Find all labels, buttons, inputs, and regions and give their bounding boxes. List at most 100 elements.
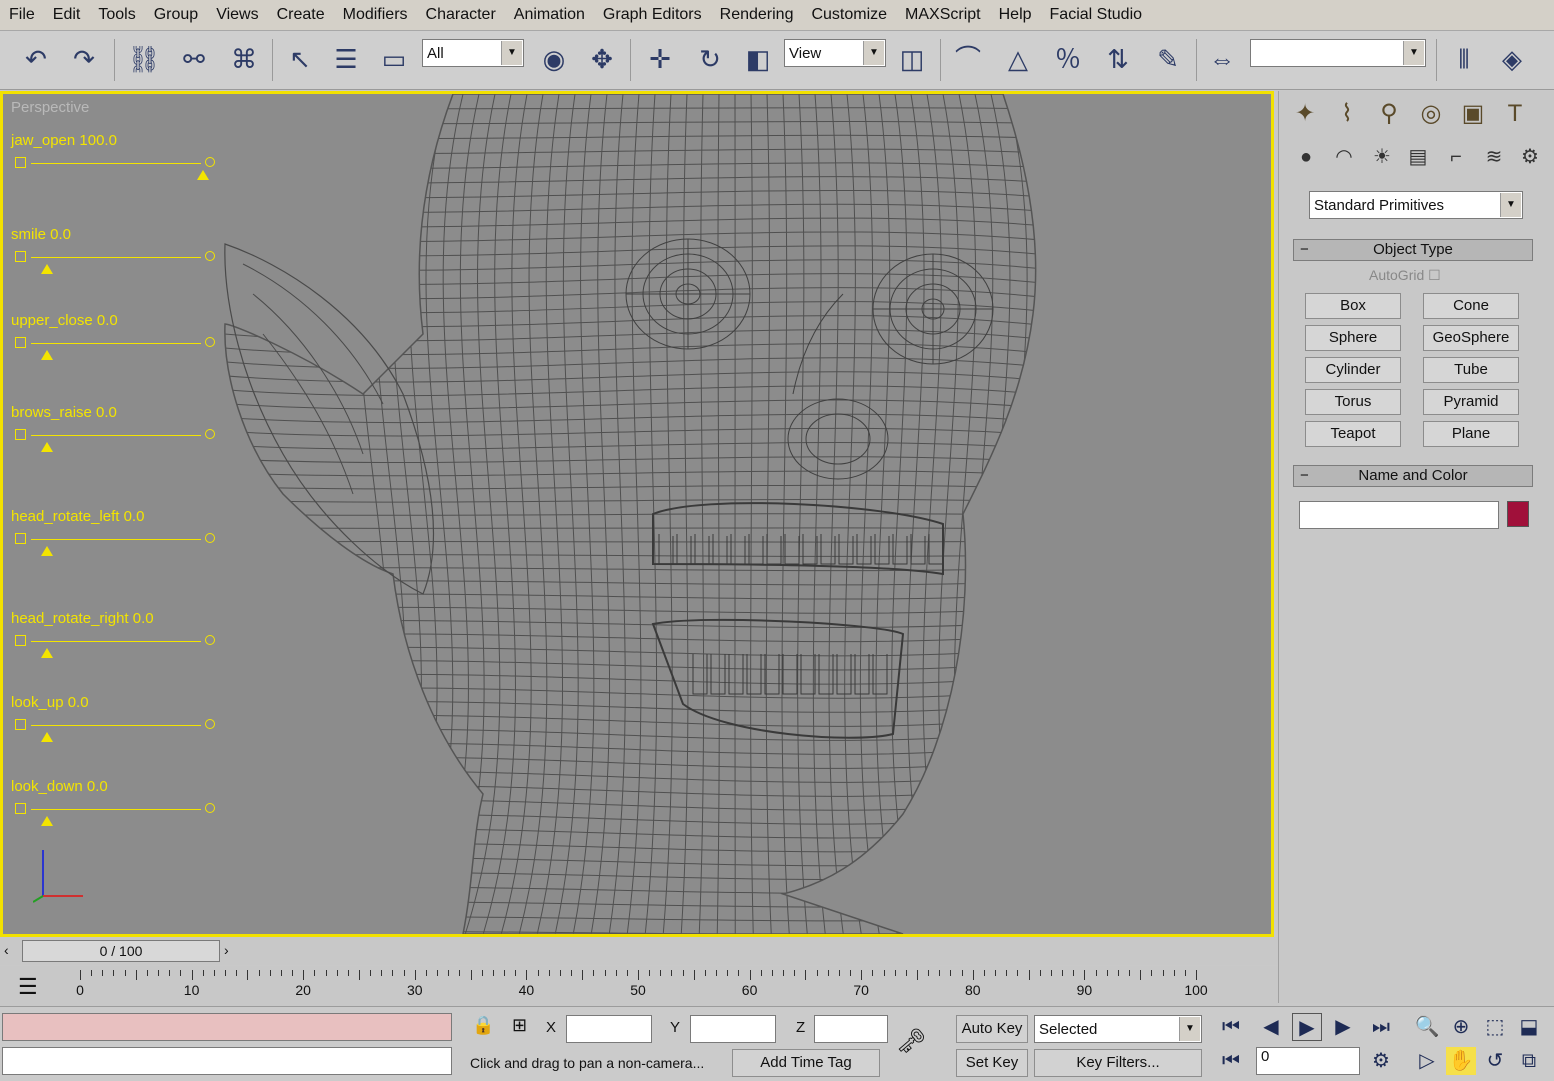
object-type-rollout-header[interactable]: − Object Type	[1293, 239, 1533, 261]
utilities-tab-icon[interactable]: T	[1497, 97, 1533, 131]
menu-help[interactable]: Help	[990, 6, 1041, 24]
move-icon[interactable]: ✛	[642, 41, 678, 77]
slider-reset-box[interactable]	[15, 251, 26, 262]
menu-animation[interactable]: Animation	[505, 6, 594, 24]
tube-button[interactable]: Tube	[1423, 357, 1519, 383]
slider-reset-box[interactable]	[15, 429, 26, 440]
motion-tab-icon[interactable]: ◎	[1413, 97, 1449, 131]
menu-maxscript[interactable]: MAXScript	[896, 6, 990, 24]
zoom-icon[interactable]: 🔍	[1412, 1013, 1442, 1041]
angle-snap-icon[interactable]: △	[1000, 41, 1036, 77]
slider-knob[interactable]	[41, 442, 53, 452]
slider-reset-box[interactable]	[15, 803, 26, 814]
autogrid-checkbox[interactable]: AutoGrid ☐	[1369, 267, 1441, 284]
morph-slider[interactable]	[15, 634, 215, 650]
redo-icon[interactable]: ↷	[66, 41, 102, 77]
maxscript-listener-pink[interactable]	[2, 1013, 452, 1041]
key-mode-toggle-icon[interactable]: ⏮	[1216, 1047, 1246, 1075]
slider-knob[interactable]	[41, 732, 53, 742]
rotate-icon[interactable]: ↻	[692, 41, 728, 77]
align-icon[interactable]: ⫴	[1446, 41, 1482, 77]
slider-knob[interactable]	[41, 816, 53, 826]
current-frame-field[interactable]: 0	[1256, 1047, 1360, 1075]
geosphere-button[interactable]: GeoSphere	[1423, 325, 1519, 351]
y-coord-field[interactable]	[690, 1015, 776, 1043]
maximize-viewport-icon[interactable]: ⧉	[1514, 1047, 1544, 1075]
cameras-icon[interactable]: ▤	[1403, 143, 1433, 171]
absolute-transform-icon[interactable]: ⊞	[512, 1015, 527, 1036]
helpers-icon[interactable]: ⌐	[1441, 143, 1471, 171]
z-coord-field[interactable]	[814, 1015, 888, 1043]
morph-slider[interactable]	[15, 428, 215, 444]
object-color-swatch[interactable]	[1507, 501, 1529, 527]
slider-reset-box[interactable]	[15, 719, 26, 730]
selection-filter-dropdown[interactable]: All ▼	[422, 39, 524, 67]
modify-tab-icon[interactable]: ⌇	[1329, 97, 1365, 131]
menu-character[interactable]: Character	[417, 6, 505, 24]
slider-reset-box[interactable]	[15, 337, 26, 348]
spinner-snap-icon[interactable]: ⇅	[1100, 41, 1136, 77]
slider-knob[interactable]	[41, 648, 53, 658]
name-and-color-rollout-header[interactable]: − Name and Color	[1293, 465, 1533, 487]
menu-edit[interactable]: Edit	[44, 6, 90, 24]
zoom-extents-icon[interactable]: ⬚	[1480, 1013, 1510, 1041]
pivot-center-icon[interactable]: ◫	[894, 41, 930, 77]
slider-knob[interactable]	[41, 350, 53, 360]
next-key-icon[interactable]: ▶	[1328, 1013, 1358, 1041]
teapot-button[interactable]: Teapot	[1305, 421, 1401, 447]
zoom-all-icon[interactable]: ⊕	[1446, 1013, 1476, 1041]
hierarchy-tab-icon[interactable]: ⚲	[1371, 97, 1407, 131]
morph-slider[interactable]	[15, 336, 215, 352]
add-time-tag-button[interactable]: Add Time Tag	[732, 1049, 880, 1077]
slider-reset-box[interactable]	[15, 533, 26, 544]
morph-slider[interactable]	[15, 718, 215, 734]
systems-icon[interactable]: ⚙	[1515, 143, 1545, 171]
percent-snap-icon[interactable]: ％	[1050, 41, 1086, 77]
slider-reset-box[interactable]	[15, 157, 26, 168]
next-frame-icon[interactable]: ›	[224, 942, 229, 958]
time-slider[interactable]: 0 / 100	[22, 940, 220, 962]
slider-knob[interactable]	[197, 170, 209, 180]
torus-button[interactable]: Torus	[1305, 389, 1401, 415]
field-of-view-icon[interactable]: ▷	[1412, 1047, 1442, 1075]
track-bar[interactable]: ☰ 0102030405060708090100	[0, 966, 1278, 1006]
arc-rotate-icon[interactable]: ↺	[1480, 1047, 1510, 1075]
set-key-button[interactable]: Set Key	[956, 1049, 1028, 1077]
go-to-start-icon[interactable]: ⏮	[1216, 1013, 1246, 1041]
menu-graph-editors[interactable]: Graph Editors	[594, 6, 711, 24]
cone-button[interactable]: Cone	[1423, 293, 1519, 319]
select-and-link-icon[interactable]: ⛓	[126, 41, 162, 77]
menu-views[interactable]: Views	[207, 6, 267, 24]
slider-knob[interactable]	[41, 264, 53, 274]
select-object-icon[interactable]: ↖	[282, 41, 318, 77]
morph-slider[interactable]	[15, 802, 215, 818]
mini-curve-editor-icon[interactable]: ☰	[18, 974, 38, 1000]
go-to-end-icon[interactable]: ⏭	[1366, 1013, 1396, 1041]
previous-key-icon[interactable]: ◀	[1256, 1013, 1286, 1041]
shapes-icon[interactable]: ◠	[1329, 143, 1359, 171]
time-configuration-icon[interactable]: ⚙	[1366, 1047, 1396, 1075]
rectangular-selection-icon[interactable]: ▭	[376, 41, 412, 77]
select-and-move-icon[interactable]: ✥	[584, 41, 620, 77]
cylinder-button[interactable]: Cylinder	[1305, 357, 1401, 383]
edit-named-selections-icon[interactable]: ✎	[1150, 41, 1186, 77]
play-icon[interactable]: ▶	[1292, 1013, 1322, 1041]
mirror-icon[interactable]: ⇔	[1204, 41, 1240, 77]
scale-icon[interactable]: ◧	[740, 41, 776, 77]
slider-knob[interactable]	[41, 546, 53, 556]
object-name-field[interactable]	[1299, 501, 1499, 529]
menu-customize[interactable]: Customize	[802, 6, 896, 24]
menu-group[interactable]: Group	[145, 6, 207, 24]
layer-manager-icon[interactable]: ◈	[1494, 41, 1530, 77]
x-coord-field[interactable]	[566, 1015, 652, 1043]
morph-slider[interactable]	[15, 532, 215, 548]
auto-key-button[interactable]: Auto Key	[956, 1015, 1028, 1043]
space-warps-icon[interactable]: ≋	[1479, 143, 1509, 171]
key-filters-button[interactable]: Key Filters...	[1034, 1049, 1202, 1077]
unlink-selection-icon[interactable]: ⚯	[176, 41, 212, 77]
zoom-extents-all-icon[interactable]: ⬓	[1514, 1013, 1544, 1041]
morph-slider[interactable]	[15, 156, 215, 172]
snap-toggle-icon[interactable]: ⌒	[950, 41, 986, 77]
geometry-icon[interactable]: ●	[1291, 143, 1321, 171]
menu-tools[interactable]: Tools	[89, 6, 144, 24]
